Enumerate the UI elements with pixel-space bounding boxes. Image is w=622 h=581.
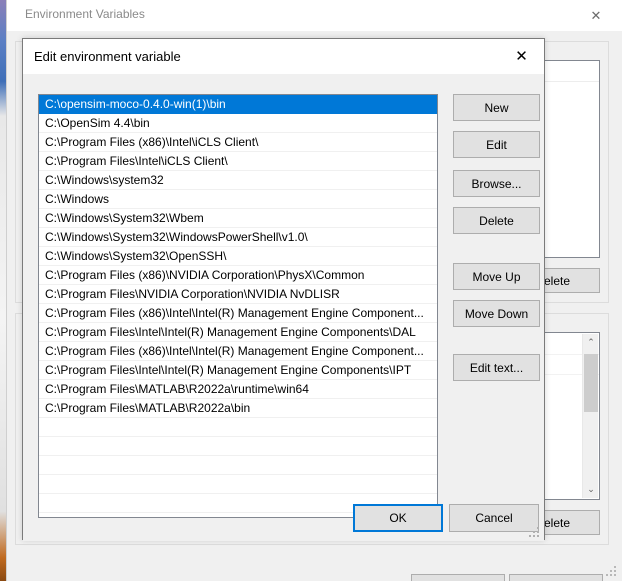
path-list-item[interactable]: C:\Program Files (x86)\Intel\iCLS Client… [39, 133, 437, 152]
close-icon[interactable]: ✕ [576, 0, 616, 31]
path-entries-list[interactable]: C:\opensim-moco-0.4.0-win(1)\bin C:\OpenS… [38, 94, 438, 518]
path-list-item[interactable]: C:\Program Files\MATLAB\R2022a\runtime\w… [39, 380, 437, 399]
path-list-item[interactable]: C:\opensim-moco-0.4.0-win(1)\bin [39, 95, 437, 114]
path-list-item[interactable]: C:\Windows\System32\WindowsPowerShell\v1… [39, 228, 437, 247]
path-list-empty-row[interactable] [39, 418, 437, 437]
dialog-titlebar: Edit environment variable ✕ [23, 39, 544, 74]
dialog-body: C:\opensim-moco-0.4.0-win(1)\bin C:\OpenS… [23, 74, 544, 541]
path-list-item[interactable]: C:\Program Files\MATLAB\R2022a\bin [39, 399, 437, 418]
move-down-button[interactable]: Move Down [453, 300, 540, 327]
path-list-item[interactable]: C:\Program Files\Intel\Intel(R) Manageme… [39, 323, 437, 342]
dialog-resize-grip[interactable] [529, 527, 540, 538]
path-list-item[interactable]: C:\Windows\System32\Wbem [39, 209, 437, 228]
path-list-empty-row[interactable] [39, 475, 437, 494]
path-list-empty-row[interactable] [39, 456, 437, 475]
edit-button[interactable]: Edit [453, 131, 540, 158]
path-list-item[interactable]: C:\Program Files\Intel\Intel(R) Manageme… [39, 361, 437, 380]
system-variables-scrollbar[interactable]: ⌃ ⌄ [582, 334, 598, 498]
path-list-empty-row[interactable] [39, 437, 437, 456]
scroll-up-icon[interactable]: ⌃ [583, 334, 599, 351]
move-up-button[interactable]: Move Up [453, 263, 540, 290]
path-list-item[interactable]: C:\OpenSim 4.4\bin [39, 114, 437, 133]
path-list-item[interactable]: C:\Windows\system32 [39, 171, 437, 190]
background-cancel-button[interactable]: Cancel [509, 574, 603, 581]
browse-button[interactable]: Browse... [453, 170, 540, 197]
path-list-item[interactable]: C:\Windows [39, 190, 437, 209]
path-list-item[interactable]: C:\Program Files\Intel\iCLS Client\ [39, 152, 437, 171]
background-window-title: Environment Variables [25, 7, 145, 21]
dialog-title: Edit environment variable [34, 49, 181, 64]
screen: Environment Variables ✕ elete a... [0, 0, 622, 581]
dialog-ok-button[interactable]: OK [353, 504, 443, 532]
path-list-item[interactable]: C:\Program Files (x86)\NVIDIA Corporatio… [39, 266, 437, 285]
scrollbar-thumb[interactable] [584, 354, 598, 412]
close-icon[interactable]: ✕ [499, 39, 544, 74]
path-list-item[interactable]: C:\Program Files\NVIDIA Corporation\NVID… [39, 285, 437, 304]
background-window-titlebar: Environment Variables ✕ [7, 0, 622, 31]
background-ok-button[interactable]: OK [411, 574, 505, 581]
edit-text-button[interactable]: Edit text... [453, 354, 540, 381]
dialog-cancel-button[interactable]: Cancel [449, 504, 539, 532]
new-button[interactable]: New [453, 94, 540, 121]
edit-environment-variable-dialog: Edit environment variable ✕ C:\opensim-m… [22, 38, 545, 541]
path-list-item[interactable]: C:\Windows\System32\OpenSSH\ [39, 247, 437, 266]
path-list-item[interactable]: C:\Program Files (x86)\Intel\Intel(R) Ma… [39, 342, 437, 361]
background-window-resize-grip[interactable] [606, 566, 617, 577]
scroll-down-icon[interactable]: ⌄ [583, 481, 599, 498]
path-list-item[interactable]: C:\Program Files (x86)\Intel\Intel(R) Ma… [39, 304, 437, 323]
delete-button[interactable]: Delete [453, 207, 540, 234]
